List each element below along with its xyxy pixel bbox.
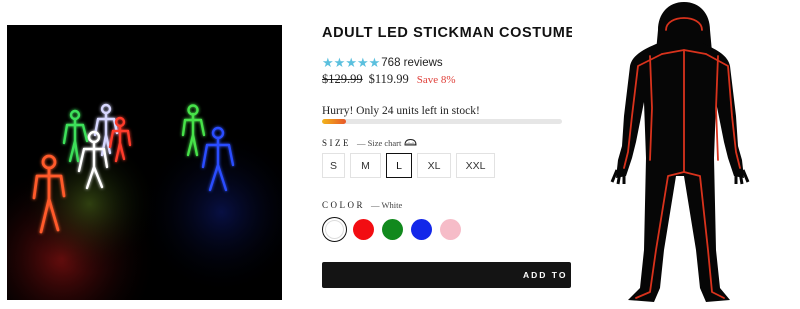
sale-price: $119.99 [368,72,409,86]
size-option-xxl[interactable]: XXL [456,153,495,178]
add-to-cart-button[interactable]: ADD TO [322,262,571,288]
star-icon: ★ [368,55,381,70]
color-swatch-white[interactable] [322,217,347,242]
star-icon: ★ [333,55,346,70]
star-icon: ★ [345,55,357,70]
stock-progress-fill [322,119,346,124]
color-label-row: COLOR — White [322,200,402,210]
size-option-s[interactable]: S [322,153,345,178]
save-badge: Save 8% [416,74,456,86]
stock-progress-bar [322,119,562,124]
star-icon: ★ [322,55,334,70]
color-swatch-blue[interactable] [411,219,432,240]
color-swatch-green[interactable] [382,219,403,240]
rating[interactable]: ★ ★ ★ ★ ★ 768 reviews [322,56,443,70]
star-icon: ★ [356,55,369,70]
stock-message: Hurry! Only 24 units left in stock! [322,105,480,117]
color-swatches [322,217,469,242]
size-option-l[interactable]: L [386,153,412,178]
size-chart-link[interactable]: — Size chart [357,138,401,148]
size-label: SIZE [322,138,351,148]
size-option-xl[interactable]: XL [417,153,451,178]
color-swatch-red[interactable] [353,219,374,240]
size-label-row: SIZE — Size chart [322,134,417,152]
product-photo-suit[interactable] [572,0,800,309]
ruler-icon[interactable] [404,134,417,152]
product-info: ADULT LED STICKMAN COSTUME ★ ★ ★ ★ ★ 768… [321,0,575,309]
price-row: $129.99 $119.99 Save 8% [322,72,456,87]
add-to-cart-label: ADD TO [523,270,568,280]
size-option-m[interactable]: M [350,153,381,178]
color-label: COLOR [322,200,366,210]
review-count[interactable]: 768 reviews [381,57,442,69]
size-options: S M L XL XXL [322,153,500,178]
stickmen-illustration [7,25,282,300]
product-title: ADULT LED STICKMAN COSTUME [322,25,576,41]
product-photo-group[interactable] [7,25,282,300]
costume-silhouette [610,2,750,302]
original-price: $129.99 [322,72,363,86]
selected-color-name: — White [371,200,403,210]
color-swatch-pink[interactable] [440,219,461,240]
